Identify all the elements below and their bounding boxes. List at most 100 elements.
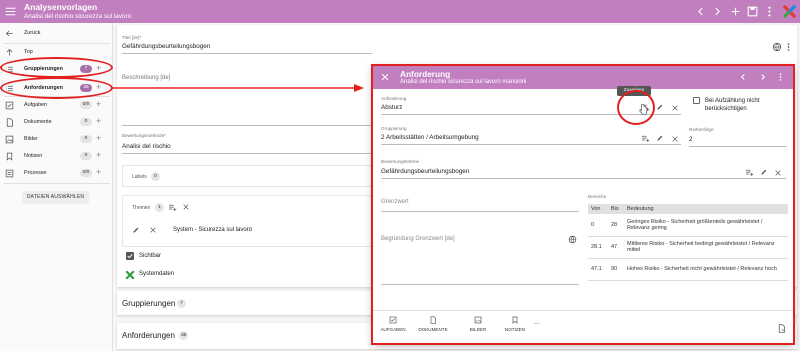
labels-count-badge: 0 bbox=[151, 172, 160, 181]
labels-box: Labels 0 bbox=[122, 165, 372, 187]
requirement-label: Anforderung bbox=[381, 96, 407, 101]
playlist-add-icon[interactable] bbox=[168, 203, 177, 212]
close-icon[interactable] bbox=[671, 135, 679, 143]
range-from: 47.1 bbox=[588, 258, 608, 281]
description-label: Beschreibung [de] bbox=[122, 75, 171, 81]
sidebar-item-bilder[interactable]: Bilder 0 + bbox=[0, 131, 113, 148]
table-row[interactable]: 47.1 90 Hohes Risiko - Sicherheit nicht … bbox=[588, 258, 788, 281]
edit-icon[interactable] bbox=[656, 134, 664, 142]
dialog-title: Anforderung bbox=[400, 69, 451, 79]
add-icon[interactable]: + bbox=[96, 133, 101, 143]
table-row[interactable]: 0 28 Geringes Risiko - Sicherheit größte… bbox=[588, 214, 788, 237]
sidebar-back[interactable]: Zurück bbox=[0, 25, 113, 42]
theme-item[interactable]: System - Sicurezza sul lavoro bbox=[173, 227, 252, 233]
count-badge: 0 bbox=[80, 118, 92, 126]
method-field[interactable]: Analisi del rischio bbox=[122, 143, 171, 150]
select-files-button[interactable]: DATEIEN AUSWÄHLEN bbox=[22, 191, 89, 204]
add-icon[interactable] bbox=[729, 5, 742, 18]
criteria-label: Bewertungskriterie bbox=[381, 159, 420, 164]
column-header: Bis bbox=[608, 204, 624, 214]
sidebar-item-label: Anforderungen bbox=[24, 85, 63, 91]
column-header: Von bbox=[588, 204, 608, 214]
more-vert-icon[interactable] bbox=[763, 5, 776, 18]
criteria-field[interactable]: Gefährdungsbeurteilungsbogen bbox=[381, 168, 469, 175]
sidebar-item-prozesse[interactable]: Prozesse 0/0 + bbox=[0, 165, 113, 182]
document-icon bbox=[5, 118, 14, 127]
footer-button-documents[interactable]: DOKUMENTE bbox=[416, 316, 450, 332]
sidebar-item-anforderungen[interactable]: Anforderungen 36 + bbox=[0, 80, 113, 97]
requirement-dialog: Anforderung Analisi del rischio sicurezz… bbox=[373, 66, 793, 343]
language-icon[interactable] bbox=[568, 235, 577, 244]
brand-logo-icon bbox=[782, 4, 797, 19]
not-counted-checkbox[interactable] bbox=[693, 97, 700, 104]
table-header-row: Von Bis Bedeutung bbox=[588, 204, 788, 214]
edit-icon[interactable] bbox=[656, 103, 664, 111]
range-to: 28 bbox=[608, 214, 624, 237]
playlist-add-icon[interactable] bbox=[745, 168, 754, 177]
document-icon bbox=[430, 316, 436, 324]
visible-checkbox[interactable] bbox=[126, 252, 134, 260]
sidebar-top-label: Top bbox=[24, 49, 33, 55]
sidebar-top[interactable]: Top bbox=[0, 44, 113, 61]
close-icon[interactable] bbox=[774, 169, 782, 177]
more-vert-icon[interactable] bbox=[778, 72, 783, 82]
close-icon[interactable] bbox=[380, 72, 390, 82]
edit-icon[interactable] bbox=[760, 168, 768, 176]
labels-label: Labels bbox=[132, 174, 147, 180]
chevron-right-icon[interactable] bbox=[711, 5, 724, 18]
bookmark-icon bbox=[512, 316, 518, 324]
title-field[interactable]: Gefährdungsbeurteilungsbogen bbox=[122, 43, 210, 50]
more-vert-icon[interactable] bbox=[786, 42, 791, 52]
footer-button-images[interactable]: BILDER bbox=[461, 316, 495, 332]
close-icon[interactable] bbox=[149, 226, 157, 234]
title-label: Titel [de]* bbox=[122, 35, 142, 40]
table-row[interactable]: 28.1 47 Mittleres Risiko - Sicherheit be… bbox=[588, 236, 788, 259]
add-icon[interactable]: + bbox=[96, 82, 101, 92]
assign-tooltip: Zuweisen bbox=[617, 86, 651, 96]
method-label: Bewertungsmethode* bbox=[122, 133, 166, 138]
group-field[interactable]: 2 Arbeitsstätten / Arbeitsumgebung bbox=[381, 134, 479, 141]
bookmark-icon bbox=[5, 152, 14, 161]
add-icon[interactable]: + bbox=[96, 116, 101, 126]
close-icon[interactable] bbox=[182, 203, 190, 211]
footer-button-notes[interactable]: NOTIZEN bbox=[498, 316, 532, 332]
sidebar-item-dokumente[interactable]: Dokumente 0 + bbox=[0, 114, 113, 131]
limit-field[interactable]: Grenzwert bbox=[381, 199, 409, 205]
divider bbox=[122, 53, 372, 54]
add-icon[interactable]: + bbox=[96, 150, 101, 160]
footer-button-tasks[interactable]: AUFGABEN bbox=[376, 316, 410, 332]
footer-button-label: AUFGABEN bbox=[380, 327, 406, 332]
add-icon[interactable]: + bbox=[96, 167, 101, 177]
sidebar-item-notizen[interactable]: Notizen 0 + bbox=[0, 148, 113, 165]
sidebar-item-label: Notizen bbox=[24, 153, 43, 159]
close-icon[interactable] bbox=[671, 104, 679, 112]
requirements-count-badge: 36 bbox=[179, 331, 189, 340]
app-title: Analysenvorlagen bbox=[24, 2, 98, 12]
edit-icon[interactable] bbox=[132, 226, 140, 234]
menu-icon[interactable] bbox=[4, 5, 17, 18]
attach-icon[interactable] bbox=[777, 324, 786, 333]
order-field[interactable]: 2 bbox=[689, 136, 693, 143]
chevron-right-icon[interactable] bbox=[758, 72, 768, 82]
save-icon[interactable] bbox=[746, 5, 759, 18]
limit-reason-field[interactable]: Begründung Grenzwert [de] bbox=[381, 236, 455, 242]
app-subtitle: Analisi del rischio sicurezza sul lavoro bbox=[24, 13, 132, 20]
sidebar-item-aufgaben[interactable]: Aufgaben 0/0 + bbox=[0, 97, 113, 114]
language-icon[interactable] bbox=[772, 42, 782, 52]
sidebar-item-gruppierungen[interactable]: Gruppierungen 7 + bbox=[0, 61, 113, 78]
chevron-left-icon[interactable] bbox=[738, 72, 748, 82]
requirement-field[interactable]: Absturz bbox=[381, 104, 402, 111]
themes-box: Themen 1 System - Sicurezza sul lavoro bbox=[122, 195, 372, 247]
add-icon[interactable]: + bbox=[96, 99, 101, 109]
divider bbox=[381, 211, 579, 212]
arrow-up-icon bbox=[5, 48, 14, 57]
sidebar-item-label: Gruppierungen bbox=[24, 66, 63, 72]
playlist-add-icon[interactable] bbox=[641, 134, 650, 143]
sidebar-item-label: Bilder bbox=[24, 136, 38, 142]
footer-button-label: BILDER bbox=[469, 327, 487, 332]
dialog-footer: AUFGABEN DOKUMENTE BILDER NOTIZEN ... bbox=[373, 310, 793, 343]
range-to: 47 bbox=[608, 236, 624, 259]
add-icon[interactable]: + bbox=[96, 63, 101, 73]
chevron-left-icon[interactable] bbox=[694, 5, 707, 18]
more-icon[interactable]: ... bbox=[531, 319, 543, 326]
